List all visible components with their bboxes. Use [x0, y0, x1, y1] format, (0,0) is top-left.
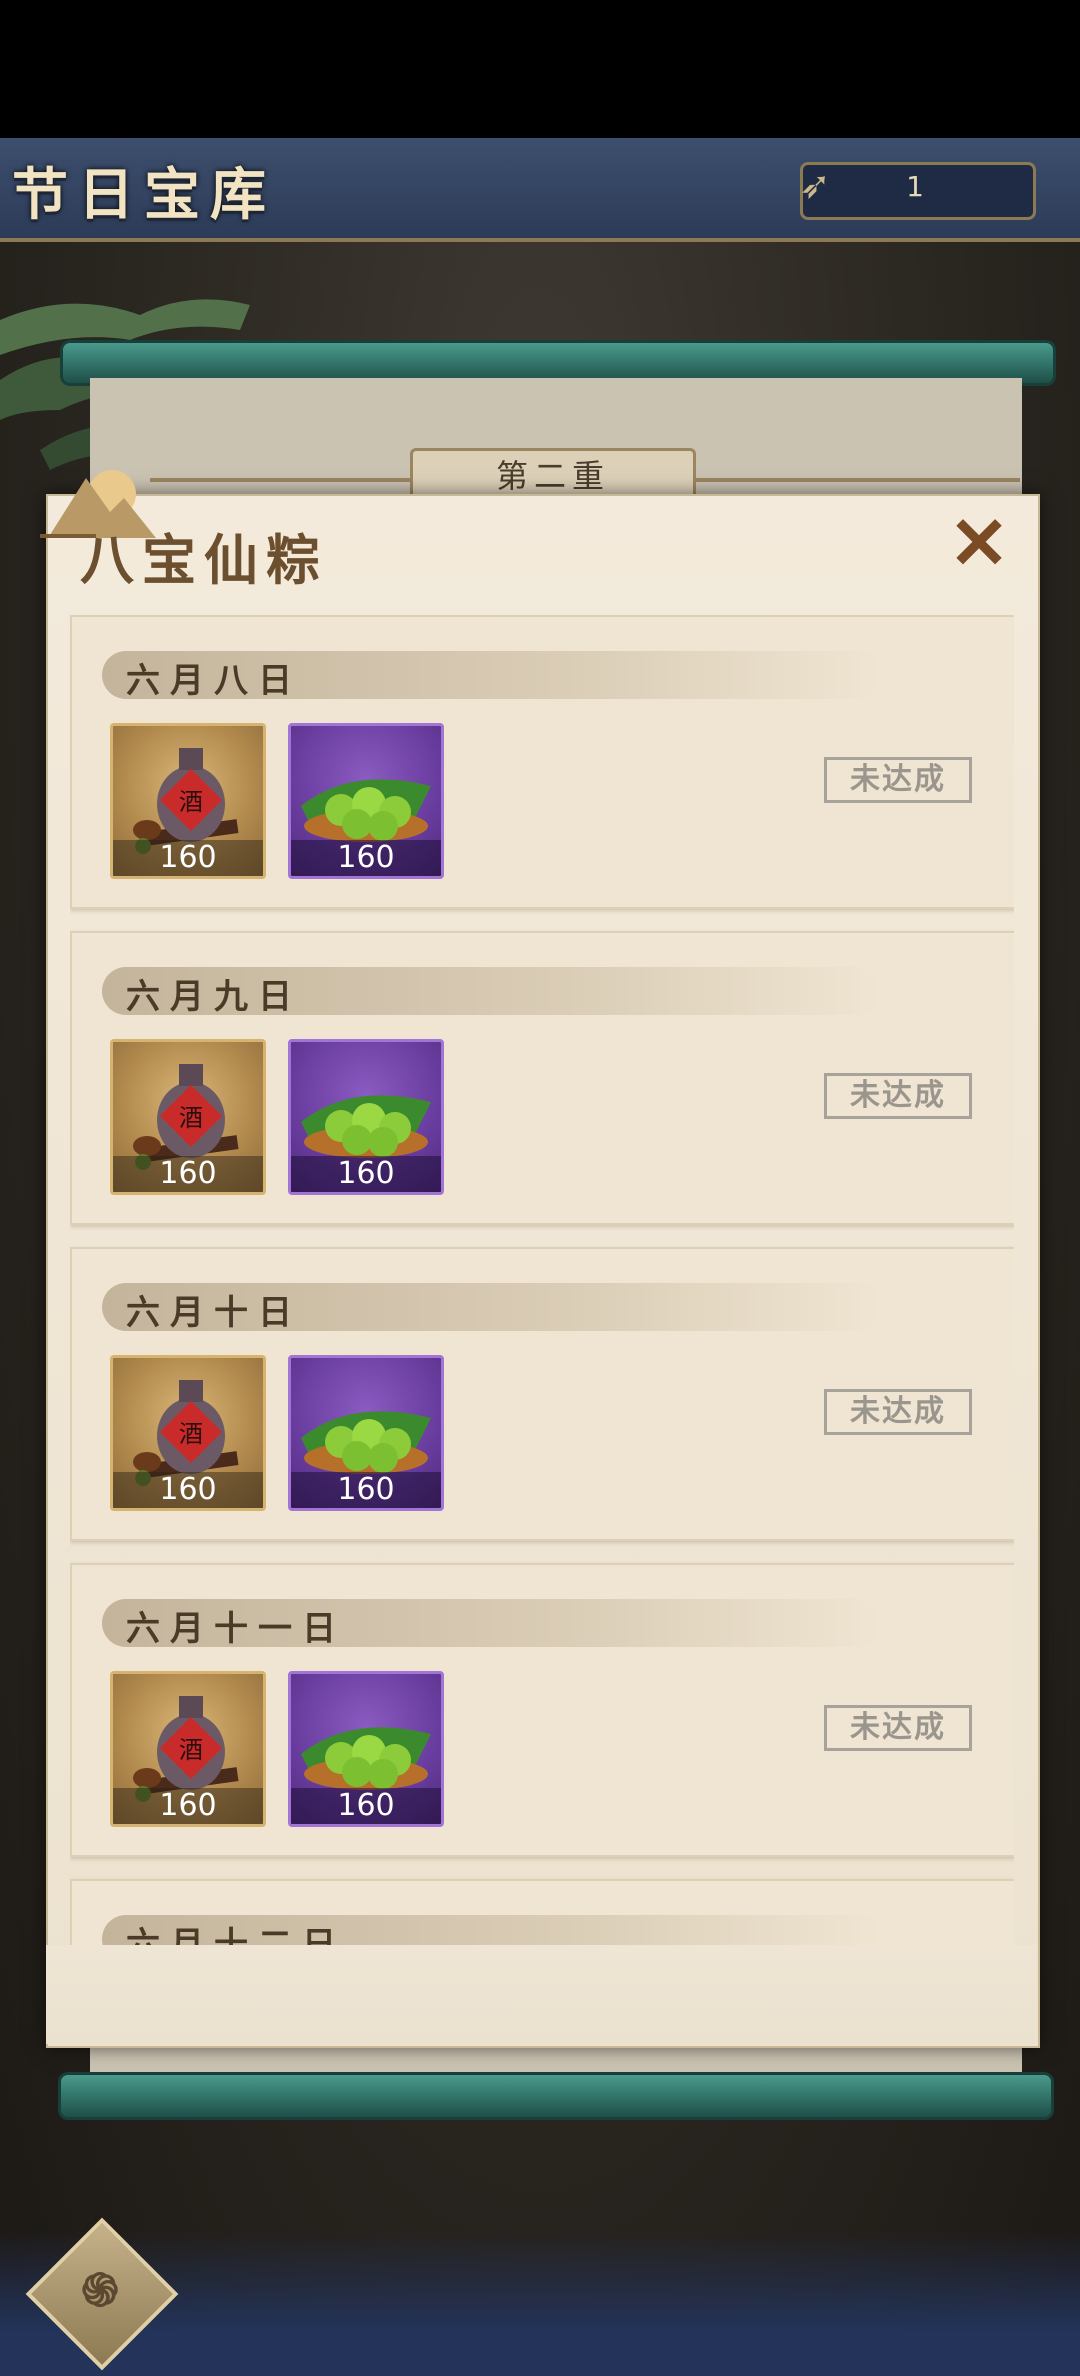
status-stamp: 未达成	[824, 757, 972, 803]
item-quantity: 160	[113, 1788, 263, 1824]
arrow-icon: ➶	[799, 163, 831, 207]
card-date: 六月十二日	[126, 1925, 346, 1945]
item-quantity: 160	[291, 1472, 441, 1508]
wine-label: 酒	[179, 1736, 203, 1764]
reward-card: 六月十一日 酒 160 160 未达成	[70, 1563, 1014, 1857]
reward-list[interactable]: 六月八日 酒 160 160 未达成 六月九日 酒 160 160 未达成 六月…	[70, 615, 1014, 1945]
reward-card: 六月十二日	[70, 1879, 1014, 1945]
item-quantity: 160	[113, 840, 263, 876]
swirl-icon: ֍	[81, 2263, 119, 2317]
popup-title: 八宝仙粽	[80, 528, 328, 592]
wine-jar-item[interactable]: 酒 160	[110, 1039, 266, 1195]
card-date: 六月十一日	[126, 1609, 346, 1649]
zongzi-item[interactable]: 160	[288, 1671, 444, 1827]
item-quantity: 160	[113, 1472, 263, 1508]
item-quantity: 160	[291, 1788, 441, 1824]
wine-jar-item[interactable]: 酒 160	[110, 1671, 266, 1827]
reward-card: 六月十日 酒 160 160 未达成	[70, 1247, 1014, 1541]
card-date: 六月十日	[126, 1293, 302, 1333]
status-stamp: 未达成	[824, 1073, 972, 1119]
item-quantity: 160	[291, 840, 441, 876]
tier-divider-right	[690, 478, 1020, 482]
card-date: 六月八日	[126, 661, 302, 701]
scroll-rod-bottom	[58, 2072, 1054, 2120]
status-stamp: 未达成	[824, 1389, 972, 1435]
wine-jar-item[interactable]: 酒 160	[110, 723, 266, 879]
tier-divider-left	[150, 478, 410, 482]
zongzi-item[interactable]: 160	[288, 1039, 444, 1195]
zongzi-item[interactable]: 160	[288, 723, 444, 879]
item-quantity: 160	[113, 1156, 263, 1192]
page-title: 节日宝库	[12, 162, 276, 228]
status-stamp: 未达成	[824, 1705, 972, 1751]
close-button[interactable]: ✕	[944, 507, 1014, 579]
card-date: 六月九日	[126, 977, 302, 1017]
reward-card: 六月九日 酒 160 160 未达成	[70, 931, 1014, 1225]
popup-footer	[46, 1945, 1036, 2044]
wine-label: 酒	[179, 788, 203, 816]
wine-label: 酒	[179, 1420, 203, 1448]
zongzi-item[interactable]: 160	[288, 1355, 444, 1511]
item-quantity: 160	[291, 1156, 441, 1192]
currency-value: 1	[906, 170, 924, 203]
wine-jar-item[interactable]: 酒 160	[110, 1355, 266, 1511]
reward-card: 六月八日 酒 160 160 未达成	[70, 615, 1014, 909]
wine-label: 酒	[179, 1104, 203, 1132]
